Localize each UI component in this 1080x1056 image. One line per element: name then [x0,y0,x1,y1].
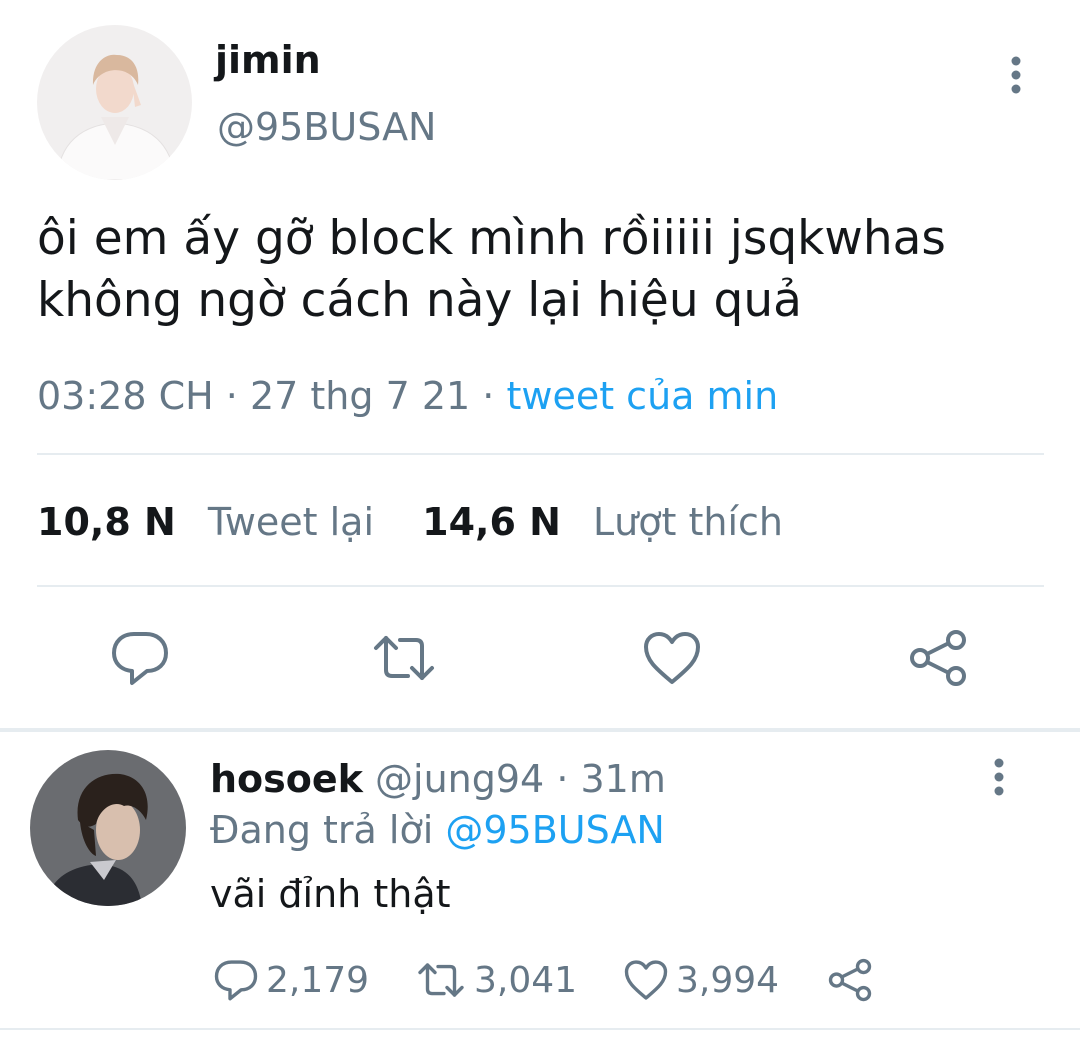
retweet-label[interactable]: Tweet lại [208,500,374,544]
reply-count: 2,179 [266,959,370,1001]
tweet-meta: 03:28 CH · 27 thg 7 21 · tweet của min [37,374,778,418]
like-label[interactable]: Lượt thích [593,500,783,544]
share-icon[interactable] [906,626,970,690]
divider [37,453,1044,455]
reply-handle[interactable]: @jung94 [375,757,544,801]
reply-retweet-button[interactable]: 3,041 [414,955,577,1005]
tweet-date[interactable]: 27 thg 7 21 [250,374,470,418]
display-name[interactable]: jimin [215,38,321,82]
replying-prefix: Đang trả lời [210,808,434,852]
reply-like-button[interactable]: 3,994 [622,955,779,1005]
replying-mention[interactable]: @95BUSAN [445,808,664,852]
like-count: 3,994 [676,959,780,1001]
tweet-time: 03:28 CH [37,374,214,418]
more-options-icon[interactable] [986,758,1012,798]
tweet-text: ôi em ấy gỡ block mình rồiiiii jsqkwhas … [37,208,1037,332]
meta-separator: · [225,374,250,418]
meta-separator: · [556,757,581,801]
retweet-icon [418,963,464,997]
share-icon [828,958,872,1002]
divider [37,585,1044,587]
user-handle[interactable]: @95BUSAN [217,105,436,149]
reply-share-button[interactable] [826,955,874,1005]
avatar[interactable] [37,25,192,180]
retweet-count[interactable]: 10,8 N [37,500,176,544]
reply-time[interactable]: 31m [581,757,666,801]
tweet-text-line: ôi em ấy gỡ block mình rồiiiii jsqkwhas [37,211,946,266]
more-options-icon[interactable] [1003,56,1029,96]
tweet-source[interactable]: tweet của min [506,374,778,418]
replying-to: Đang trả lời @95BUSAN [210,808,665,852]
reply-header: hosoek @jung94 · 31m [210,757,666,801]
retweet-icon[interactable] [372,626,436,690]
like-count[interactable]: 14,6 N [422,500,561,544]
reply-icon [214,960,258,1001]
tweet-text-line: không ngờ cách này lại hiệu quả [37,273,802,328]
retweet-count: 3,041 [474,959,578,1001]
like-icon[interactable] [640,626,704,690]
divider [0,1028,1080,1030]
meta-separator: · [482,374,507,418]
reply-avatar[interactable] [30,750,186,906]
tweet-stats: 10,8 N Tweet lại 14,6 N Lượt thích [37,500,783,544]
reply-text: vãi đỉnh thật [210,872,451,916]
reply-display-name[interactable]: hosoek [210,757,363,801]
section-divider [0,728,1080,732]
like-icon [624,960,668,1000]
reply-reply-button[interactable]: 2,179 [212,955,369,1005]
reply-icon[interactable] [108,626,172,690]
